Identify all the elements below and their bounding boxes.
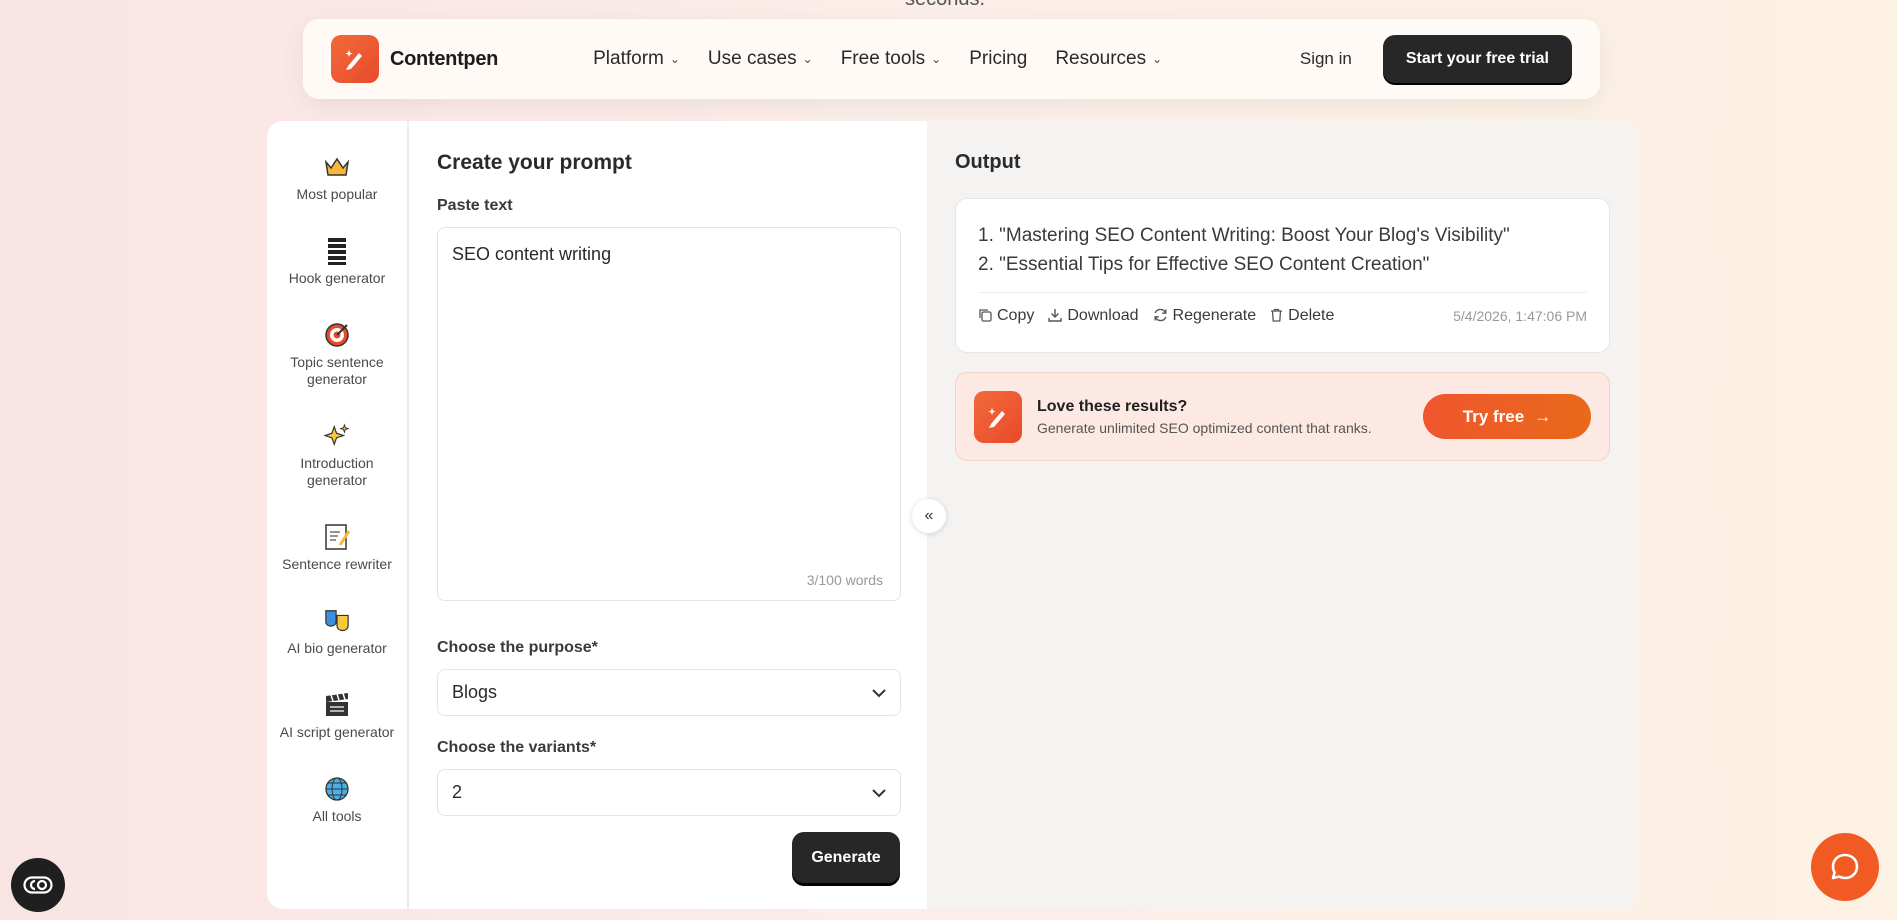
copy-button[interactable]: Copy [978, 307, 1034, 325]
chevron-down-icon: ⌄ [931, 52, 942, 66]
nav-use-cases[interactable]: Use cases ⌄ [708, 48, 813, 70]
sidebar-item-most-popular[interactable]: Most popular [267, 154, 408, 203]
tool-workspace: Most popular Hook generator Topic senten… [267, 121, 1637, 909]
nav-free-tools-label: Free tools [840, 48, 926, 69]
chevron-down-icon [872, 785, 886, 801]
output-panel: Output 1. "Mastering SEO Content Writing… [927, 121, 1637, 909]
purpose-label: Choose the purpose* [437, 639, 598, 656]
purpose-select[interactable]: Blogs [437, 669, 901, 716]
result-item: 1. "Mastering SEO Content Writing: Boost… [978, 225, 1510, 246]
delete-label: Delete [1288, 307, 1335, 324]
chevron-down-icon: ⌄ [669, 52, 680, 66]
sidebar-item-label: Hook generator [288, 270, 386, 286]
result-actions: Copy Download Regenerate Delete 5/4/2026… [978, 307, 1587, 325]
regenerate-button[interactable]: Regenerate [1153, 307, 1257, 325]
top-navbar: Contentpen Platform ⌄ Use cases ⌄ Free t… [303, 19, 1600, 99]
globe-icon [324, 776, 350, 802]
copy-label: Copy [997, 307, 1035, 324]
nav-platform-label: Platform [593, 48, 664, 69]
chevron-down-icon: ⌄ [802, 52, 813, 66]
chat-support-button[interactable] [1811, 833, 1879, 901]
brand-name: Contentpen [390, 47, 499, 70]
download-icon [1048, 308, 1063, 325]
page-heading-peek: seconds. [905, 0, 985, 11]
tool-sidebar: Most popular Hook generator Topic senten… [267, 121, 409, 909]
nav-resources-label: Resources [1055, 48, 1147, 69]
collapse-panel-button[interactable]: « [912, 499, 946, 533]
start-free-trial-button[interactable]: Start your free trial [1382, 35, 1572, 83]
variants-value: 2 [452, 782, 463, 802]
refresh-icon [1153, 308, 1168, 325]
sidebar-item-introduction-generator[interactable]: Introduction generator [267, 423, 408, 489]
masks-icon [324, 608, 350, 634]
nav-resources[interactable]: Resources ⌄ [1055, 48, 1162, 70]
divider [978, 292, 1587, 293]
prompt-panel: Create your prompt Paste text SEO conten… [409, 121, 927, 909]
chevron-down-icon [872, 685, 886, 701]
upgrade-promo-banner: Love these results? Generate unlimited S… [955, 372, 1610, 461]
sidebar-item-all-tools[interactable]: All tools [267, 776, 408, 825]
cookie-toggle-icon [23, 876, 53, 894]
cookie-consent-button[interactable] [11, 858, 65, 912]
chevron-down-icon: ⌄ [1152, 52, 1163, 66]
try-free-label: Try free [1462, 406, 1525, 426]
chat-bubble-icon [1831, 853, 1859, 880]
regenerate-label: Regenerate [1172, 307, 1257, 324]
paste-text-value: SEO content writing [452, 244, 612, 264]
nav-pricing[interactable]: Pricing [969, 48, 1027, 70]
sidebar-item-ai-bio-generator[interactable]: AI bio generator [267, 608, 408, 657]
download-button[interactable]: Download [1048, 307, 1139, 325]
sidebar-item-label: Introduction generator [300, 455, 374, 488]
sparkles-icon [324, 423, 350, 449]
nav-links: Platform ⌄ Use cases ⌄ Free tools ⌄ Pric… [593, 48, 1190, 70]
sidebar-item-label: Sentence rewriter [282, 556, 392, 572]
sidebar-item-label: AI bio generator [287, 640, 387, 656]
word-count: 3/100 words [806, 572, 883, 588]
sidebar-item-hook-generator[interactable]: Hook generator [267, 238, 408, 287]
copy-icon [978, 308, 992, 325]
try-free-button[interactable]: Try free → [1423, 394, 1591, 439]
sidebar-item-label: AI script generator [279, 724, 395, 740]
sidebar-item-label: All tools [312, 808, 362, 824]
promo-title: Love these results? [1037, 397, 1188, 415]
paste-text-input[interactable]: SEO content writing 3/100 words [437, 227, 901, 601]
sidebar-item-ai-script-generator[interactable]: AI script generator [267, 692, 408, 741]
sidebar-item-label: Most popular [296, 186, 378, 202]
contentpen-logo-icon [331, 35, 379, 83]
sidebar-item-label: Topic sentence generator [290, 354, 384, 387]
nav-pricing-label: Pricing [969, 48, 1028, 69]
sign-in-link[interactable]: Sign in [1300, 49, 1352, 69]
sidebar-item-topic-sentence-generator[interactable]: Topic sentence generator [267, 322, 408, 388]
nav-free-tools[interactable]: Free tools ⌄ [841, 48, 942, 70]
download-label: Download [1067, 307, 1139, 324]
generate-button[interactable]: Generate [792, 832, 900, 883]
sidebar-item-sentence-rewriter[interactable]: Sentence rewriter [267, 524, 408, 573]
result-timestamp: 5/4/2026, 1:47:06 PM [1453, 308, 1587, 324]
stack-icon [324, 238, 350, 265]
result-card: 1. "Mastering SEO Content Writing: Boost… [955, 198, 1610, 353]
prompt-title: Create your prompt [437, 151, 632, 174]
trash-icon [1270, 308, 1283, 325]
output-title: Output [955, 151, 1021, 173]
promo-subtitle: Generate unlimited SEO optimized content… [1037, 419, 1372, 436]
brand-logo[interactable]: Contentpen [331, 35, 498, 83]
result-item: 2. "Essential Tips for Effective SEO Con… [978, 254, 1430, 275]
memo-icon [324, 524, 350, 550]
purpose-value: Blogs [452, 682, 498, 702]
nav-platform[interactable]: Platform ⌄ [593, 48, 680, 70]
nav-use-cases-label: Use cases [707, 48, 797, 69]
target-icon [324, 322, 350, 348]
paste-text-label: Paste text [437, 197, 513, 214]
arrow-right-icon: → [1534, 406, 1552, 426]
crown-icon [324, 154, 350, 180]
clapper-icon [324, 692, 350, 718]
contentpen-logo-icon [974, 390, 1022, 443]
delete-button[interactable]: Delete [1270, 307, 1334, 325]
variants-label: Choose the variants* [437, 739, 597, 756]
variants-select[interactable]: 2 [437, 769, 901, 816]
